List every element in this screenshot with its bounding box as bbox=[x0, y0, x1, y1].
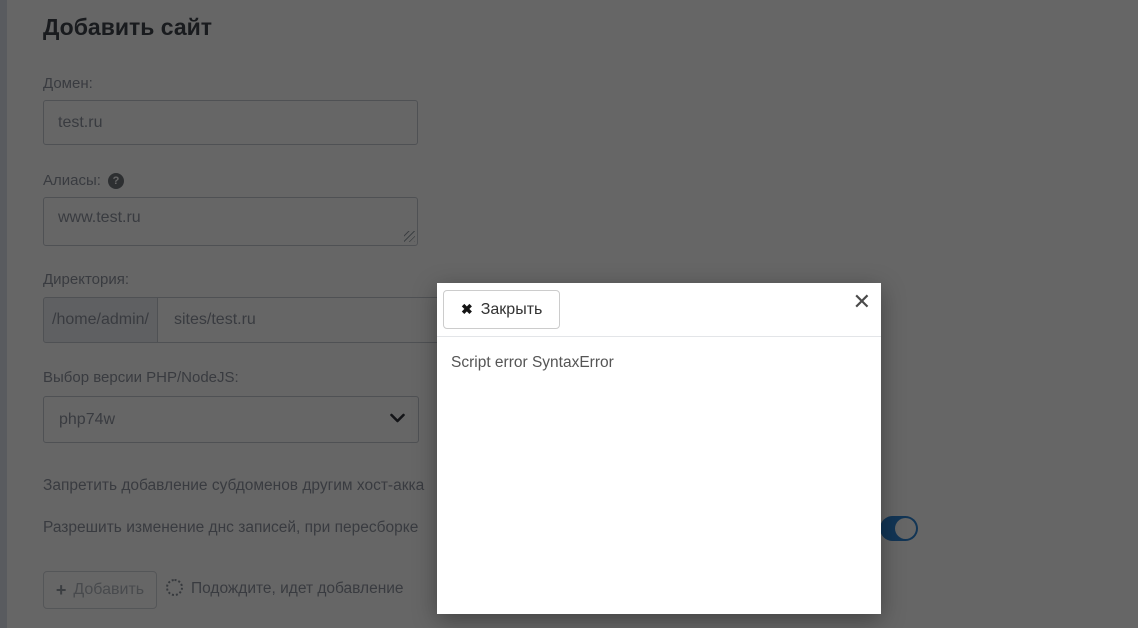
modal-close-button[interactable]: ✖ Закрыть bbox=[443, 290, 561, 329]
error-modal: ✖ Закрыть ✕ Script error SyntaxError bbox=[437, 283, 881, 614]
modal-corner-close-icon[interactable]: ✕ bbox=[853, 287, 871, 318]
modal-close-button-label: Закрыть bbox=[480, 300, 543, 318]
add-site-page: Добавить сайт Домен: Алиасы: ? www.test.… bbox=[0, 0, 1138, 628]
modal-error-text: Script error SyntaxError bbox=[451, 354, 614, 371]
close-x-icon: ✖ bbox=[461, 301, 473, 317]
modal-header: ✖ Закрыть ✕ bbox=[437, 283, 881, 337]
